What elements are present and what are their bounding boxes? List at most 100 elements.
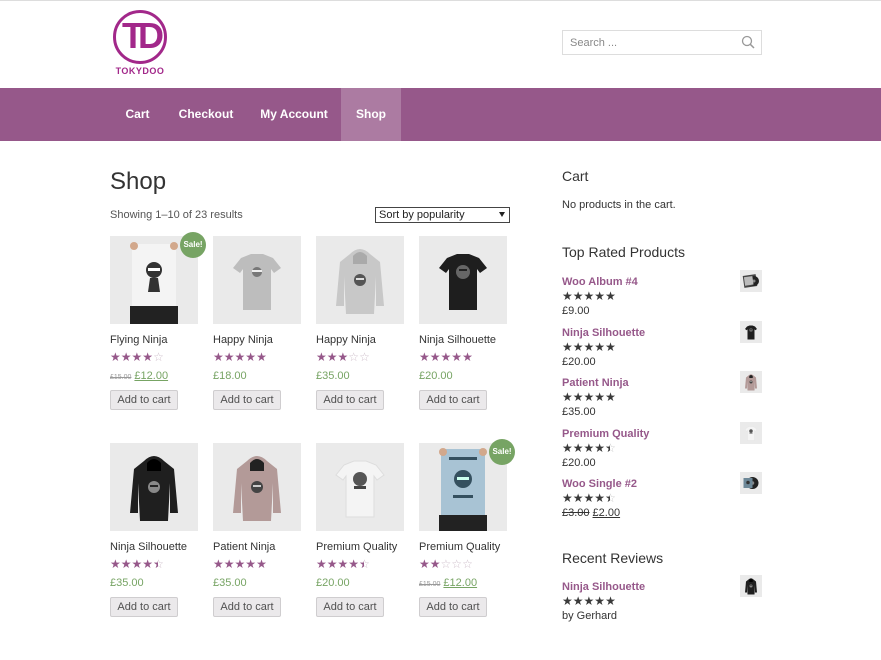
- star-rating: ★★★★☆★: [562, 492, 616, 504]
- top-rated-item-name[interactable]: Premium Quality: [562, 428, 649, 440]
- star-filled-icon: ★: [594, 289, 606, 303]
- top-rated-item: Woo Album #4 ★★★★★ £9.00: [562, 270, 762, 322]
- top-border: [0, 0, 881, 1]
- product-price-amount: £35.00: [316, 370, 350, 382]
- product-image[interactable]: [213, 443, 301, 531]
- review-author: by Gerhard: [562, 610, 618, 622]
- add-to-cart-button[interactable]: Add to cart: [110, 390, 178, 410]
- product-thumbnail[interactable]: [740, 472, 762, 494]
- star-rating: ★★★☆☆: [316, 351, 370, 363]
- site-logo[interactable]: TD TOKYDOO: [110, 10, 170, 76]
- product-thumbnail[interactable]: [740, 320, 762, 343]
- product-name[interactable]: Flying Ninja: [110, 334, 167, 346]
- product-price: £35.00: [316, 370, 350, 382]
- product-thumbnail[interactable]: [740, 575, 762, 597]
- add-to-cart-button[interactable]: Add to cart: [316, 390, 384, 410]
- star-filled-icon: ★: [120, 350, 132, 364]
- product-image[interactable]: [213, 236, 301, 324]
- star-filled-icon: ★: [605, 339, 616, 354]
- top-rated-item: Woo Single #2★★★★☆★£3.00£2.00: [562, 472, 762, 524]
- product-name[interactable]: Happy Ninja: [316, 334, 376, 346]
- product-image[interactable]: [316, 443, 404, 531]
- recent-review-item: Ninja Silhouette ★★★★★ by Gerhard: [562, 575, 762, 627]
- product-price-amount: £20.00: [419, 370, 453, 382]
- product-name[interactable]: Patient Ninja: [213, 541, 275, 553]
- star-filled-icon: ★: [562, 440, 573, 455]
- product-image[interactable]: [316, 236, 404, 324]
- product-name[interactable]: Happy Ninja: [213, 334, 273, 346]
- star-filled-icon: ★: [562, 289, 573, 303]
- sort-selected-value: Sort by popularity: [379, 209, 465, 221]
- star-filled-icon: ★: [440, 350, 452, 364]
- star-filled-icon: ★: [348, 557, 360, 571]
- product-image[interactable]: [110, 443, 198, 531]
- top-rated-item-name[interactable]: Ninja Silhouette: [562, 327, 645, 339]
- product-price-amount: £35.00: [110, 577, 144, 589]
- top-rated-item: Premium Quality★★★★☆★£20.00: [562, 421, 762, 474]
- search-icon[interactable]: [741, 35, 755, 49]
- star-filled-icon: ★: [419, 557, 430, 571]
- sort-select[interactable]: Sort by popularity: [375, 207, 510, 223]
- top-rated-item-name[interactable]: Woo Album #4: [562, 276, 638, 288]
- widget-title-cart: Cart: [562, 168, 589, 184]
- star-filled-icon: ★: [594, 594, 606, 608]
- star-filled-icon: ★: [326, 557, 338, 571]
- product-image[interactable]: [419, 236, 507, 324]
- star-empty-icon: ☆: [440, 557, 452, 571]
- logo-text: TOKYDOO: [115, 66, 165, 76]
- nav-item-checkout[interactable]: Checkout: [165, 88, 247, 141]
- album-icon: [740, 274, 762, 292]
- add-to-cart-button[interactable]: Add to cart: [419, 390, 487, 410]
- widget-title-recent-reviews: Recent Reviews: [562, 550, 664, 566]
- star-rating: ★★★★★: [562, 595, 616, 607]
- product-name[interactable]: Premium Quality: [316, 541, 397, 553]
- star-filled-icon: ★: [594, 491, 606, 505]
- product-price-amount: £20.00: [316, 577, 350, 589]
- star-filled-icon: ★: [583, 440, 595, 455]
- star-filled-icon: ★: [562, 390, 573, 404]
- add-to-cart-button[interactable]: Add to cart: [419, 597, 487, 617]
- star-rating: ★★★★★: [419, 351, 473, 363]
- star-filled-icon: ★: [572, 491, 584, 505]
- product-name[interactable]: Ninja Silhouette: [419, 334, 496, 346]
- product-thumbnail[interactable]: [740, 371, 762, 393]
- star-half-icon: ☆★: [605, 491, 616, 505]
- product-thumbnail[interactable]: [740, 270, 762, 292]
- star-rating: ★★★★☆★: [562, 442, 616, 454]
- product-name[interactable]: Ninja Silhouette: [110, 541, 187, 553]
- star-rating: ★★★★★: [562, 341, 616, 353]
- top-rated-item-name[interactable]: Patient Ninja: [562, 377, 629, 389]
- product-price: £15.00 £12.00: [110, 370, 168, 382]
- widget-title-top-rated: Top Rated Products: [562, 244, 685, 260]
- recent-review-item-name[interactable]: Ninja Silhouette: [562, 581, 645, 593]
- nav-item-cart[interactable]: Cart: [110, 88, 165, 141]
- add-to-cart-button[interactable]: Add to cart: [316, 597, 384, 617]
- product-name[interactable]: Premium Quality: [419, 541, 500, 553]
- star-filled-icon: ★: [142, 557, 154, 571]
- star-filled-icon: ★: [572, 390, 584, 404]
- search-input[interactable]: [563, 31, 733, 54]
- star-filled-icon: ★: [131, 350, 143, 364]
- top-rated-item-price: £20.00: [562, 356, 596, 368]
- top-rated-item-name[interactable]: Woo Single #2: [562, 478, 637, 490]
- product-price-amount: £18.00: [213, 370, 247, 382]
- star-filled-icon: ★: [594, 339, 606, 354]
- add-to-cart-button[interactable]: Add to cart: [110, 597, 178, 617]
- product-price-amount: £35.00: [213, 577, 247, 589]
- star-filled-icon: ★: [256, 350, 267, 364]
- star-empty-icon: ☆: [359, 350, 370, 364]
- add-to-cart-button[interactable]: Add to cart: [213, 390, 281, 410]
- star-filled-icon: ★: [234, 350, 246, 364]
- add-to-cart-button[interactable]: Add to cart: [213, 597, 281, 617]
- star-half-icon: ☆★: [605, 440, 616, 455]
- nav-item-my-account[interactable]: My Account: [247, 88, 341, 141]
- product-price-amount: £20.00: [562, 456, 596, 469]
- sale-badge: Sale!: [489, 439, 515, 465]
- star-filled-icon: ★: [583, 594, 595, 608]
- nav-item-shop[interactable]: Shop: [341, 88, 401, 141]
- result-count: Showing 1–10 of 23 results: [110, 209, 243, 221]
- star-empty-icon: ☆: [153, 350, 164, 364]
- star-filled-icon: ★: [583, 289, 595, 303]
- grey-tshirt-icon: [213, 254, 301, 324]
- product-thumbnail[interactable]: [740, 421, 762, 444]
